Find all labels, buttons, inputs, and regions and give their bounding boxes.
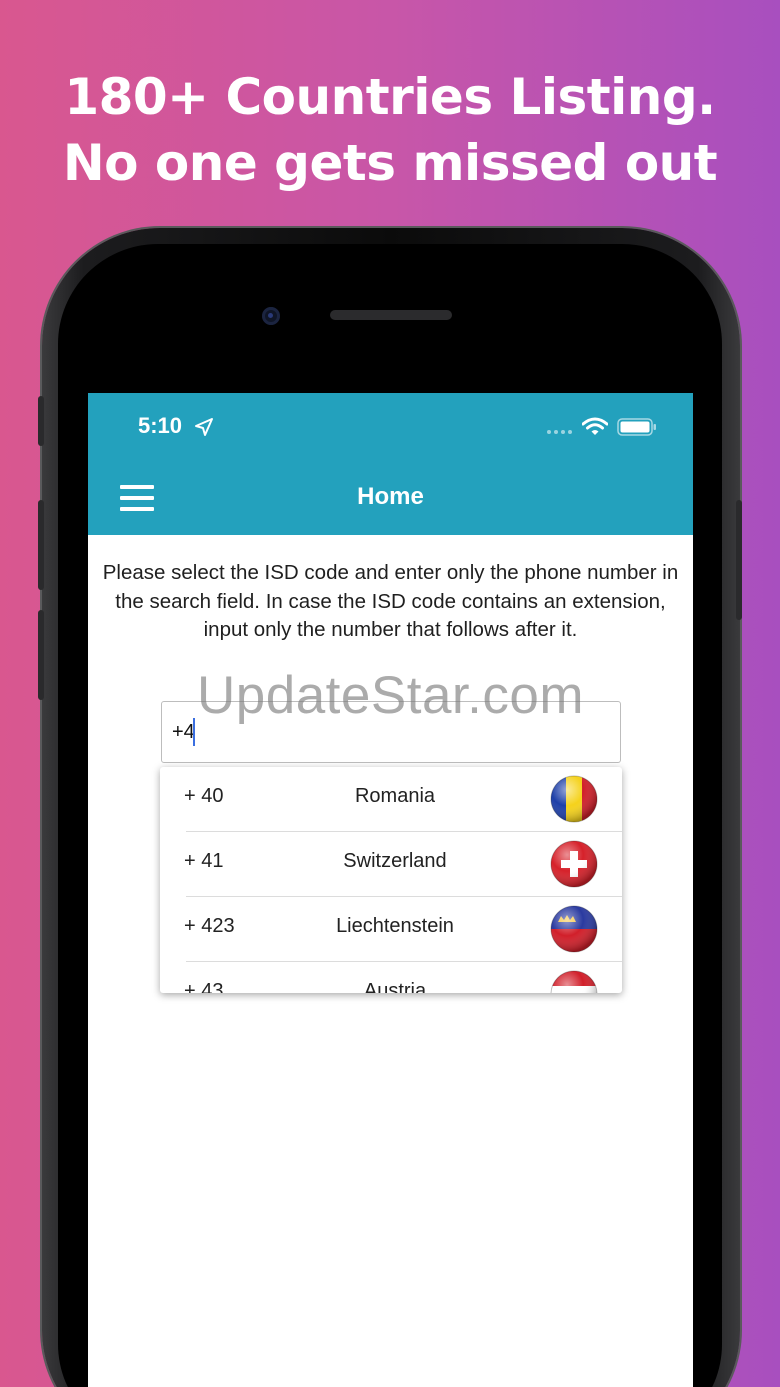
list-item-austria[interactable]: + 43 Austria	[160, 962, 622, 993]
search-input[interactable]	[161, 701, 621, 763]
text-caret	[193, 718, 195, 746]
promo-line-1: 180+ Countries Listing.	[64, 68, 716, 126]
romania-flag-icon	[550, 775, 598, 823]
earpiece-speaker	[330, 310, 452, 320]
austria-flag-icon	[550, 970, 598, 993]
list-item-switzerland[interactable]: + 41 Switzerland	[160, 832, 622, 897]
front-camera	[262, 307, 280, 325]
isd-code: + 40	[184, 785, 224, 807]
app-screen: 5:10 Home Please select the ISD code and…	[88, 393, 693, 1387]
liechtenstein-flag-icon	[550, 905, 598, 953]
country-name: Liechtenstein	[336, 915, 454, 937]
app-header: 5:10 Home	[88, 393, 693, 535]
isd-code: + 41	[184, 850, 224, 872]
status-time: 5:10	[138, 413, 183, 438]
battery-icon	[617, 418, 656, 436]
country-name: Austria	[363, 980, 427, 993]
country-dropdown: + 40 Romania + 41 Switzerland + 423 Liec…	[160, 767, 622, 993]
wifi-icon	[582, 417, 608, 435]
list-item-liechtenstein[interactable]: + 423 Liechtenstein	[160, 897, 622, 962]
promo-line-2: No one gets missed out	[62, 134, 718, 192]
page-title: Home	[357, 483, 424, 510]
isd-code: + 43	[184, 980, 224, 993]
phone-power-button	[736, 500, 742, 620]
isd-code: + 423	[184, 915, 235, 937]
country-name: Romania	[354, 785, 436, 807]
switzerland-flag-icon	[550, 840, 598, 888]
location-arrow-icon	[195, 418, 213, 436]
phone-mute-switch	[38, 396, 44, 446]
country-name: Switzerland	[343, 850, 447, 872]
promo-headline: 180+ Countries Listing. No one gets miss…	[0, 64, 780, 196]
phone-volume-down-button	[38, 610, 44, 700]
phone-volume-up-button	[38, 500, 44, 590]
cellular-signal-icon	[547, 430, 572, 434]
instructions-text: Please select the ISD code and enter onl…	[102, 561, 679, 641]
list-item-romania[interactable]: + 40 Romania	[160, 767, 622, 832]
